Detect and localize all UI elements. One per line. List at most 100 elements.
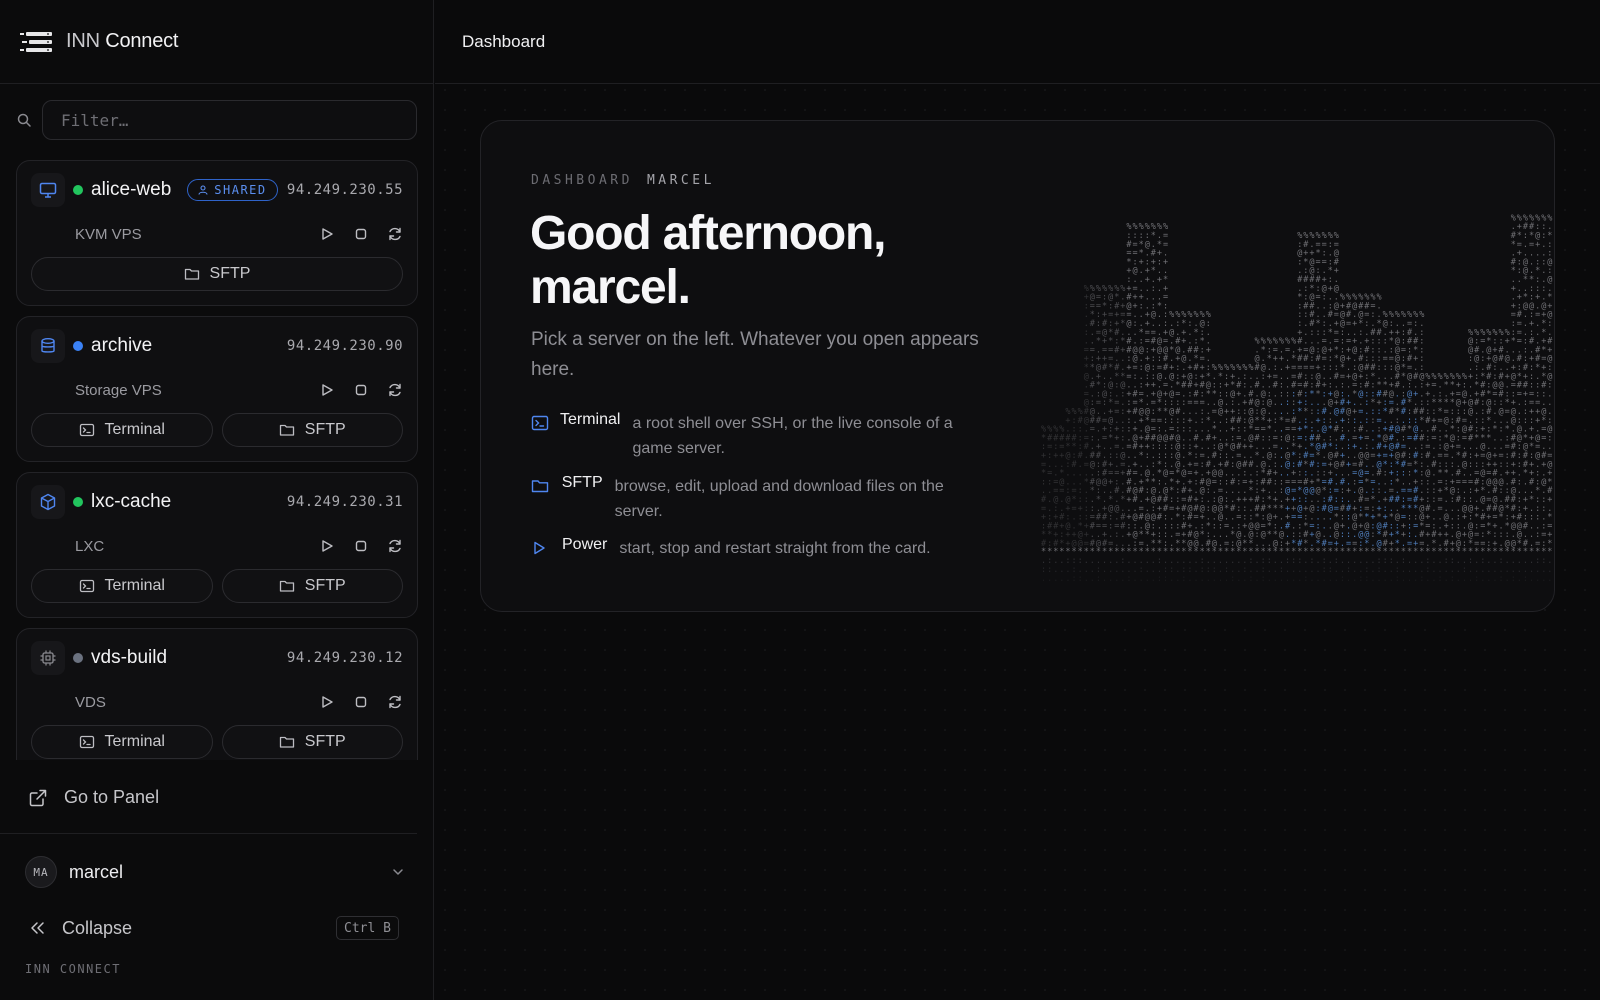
svg-text::: : [1291, 530, 1296, 540]
svg-text:@: @ [1218, 469, 1223, 479]
svg-text:*: * [1328, 328, 1333, 338]
svg-text:+: + [1340, 521, 1345, 531]
svg-text::: : [1425, 433, 1430, 443]
svg-text:*: * [1206, 416, 1211, 426]
svg-text:.: . [1492, 574, 1497, 584]
svg-text:.: . [1041, 486, 1046, 496]
svg-text:%: % [1194, 310, 1199, 320]
svg-text:#: # [1358, 354, 1364, 364]
server-card-archive[interactable]: archive 94.249.230.90 Storage VPS Termin… [16, 316, 418, 462]
server-card-lxc-cache[interactable]: lxc-cache 94.249.230.31 LXC Terminal SFT… [16, 472, 418, 618]
svg-text:=: = [1425, 521, 1430, 531]
svg-text:*: * [1450, 425, 1455, 435]
svg-text::: : [1364, 372, 1369, 382]
restart-button[interactable] [387, 694, 403, 710]
svg-text:=: = [1096, 398, 1101, 408]
stop-button[interactable] [353, 538, 369, 554]
filter-input[interactable] [42, 100, 417, 140]
svg-text::: : [1419, 469, 1424, 479]
restart-button[interactable] [387, 538, 403, 554]
go-to-panel-link[interactable]: Go to Panel [0, 762, 417, 834]
svg-text:=: = [1444, 407, 1449, 417]
svg-text:%: % [1401, 310, 1406, 320]
stop-button[interactable] [353, 694, 369, 710]
svg-text:.: . [1090, 495, 1095, 505]
svg-text:*: * [1444, 381, 1449, 391]
svg-text:%: % [1480, 328, 1485, 338]
svg-text:=: = [1535, 398, 1540, 408]
restart-button[interactable] [387, 226, 403, 242]
svg-text::: : [1450, 574, 1455, 584]
svg-text:#: # [1309, 433, 1315, 443]
restart-button[interactable] [387, 382, 403, 398]
svg-text::: : [1175, 319, 1180, 329]
svg-text::: : [1419, 354, 1424, 364]
terminal-button[interactable]: Terminal [31, 725, 213, 759]
server-card-alice-web[interactable]: alice-web SHARED 94.249.230.55 KVM VPS S… [16, 160, 418, 306]
terminal-button[interactable]: Terminal [31, 569, 213, 603]
svg-text:@: @ [1218, 495, 1223, 505]
svg-text:=: = [1285, 416, 1290, 426]
svg-text:.: . [1346, 477, 1351, 487]
svg-text:%: % [1389, 310, 1394, 320]
svg-text:.: . [1212, 372, 1217, 382]
start-button[interactable] [319, 538, 335, 554]
svg-text:.: . [1230, 486, 1235, 496]
svg-text:+: + [1529, 469, 1534, 479]
start-button[interactable] [319, 226, 335, 242]
svg-text:.: . [1419, 486, 1424, 496]
svg-text:.: . [1078, 460, 1083, 470]
svg-text:+: + [1145, 495, 1150, 505]
svg-text:%: % [1309, 231, 1314, 241]
svg-text::: : [1547, 249, 1552, 259]
svg-text:=: = [1407, 486, 1412, 496]
svg-text::: : [1181, 416, 1186, 426]
svg-text::: : [1364, 442, 1369, 452]
stop-button[interactable] [353, 226, 369, 242]
svg-text:+: + [1529, 425, 1534, 435]
svg-text:.: . [1377, 477, 1382, 487]
svg-text:.: . [1511, 530, 1516, 540]
terminal-button[interactable]: Terminal [31, 413, 213, 447]
svg-text:+: + [1230, 425, 1235, 435]
user-menu[interactable]: MA marcel [0, 834, 433, 910]
svg-text:.: . [1120, 293, 1125, 303]
start-button[interactable] [319, 382, 335, 398]
collapse-button[interactable]: Collapse Ctrl B [0, 910, 433, 946]
svg-text:#: # [1431, 460, 1437, 470]
sftp-button[interactable]: SFTP [221, 725, 403, 759]
svg-text:+: + [1303, 249, 1308, 259]
svg-text:@: @ [1248, 416, 1253, 426]
svg-text:+: + [1541, 310, 1546, 320]
server-card-vds-build[interactable]: vds-build 94.249.230.12 VDS Terminal SFT… [16, 628, 418, 760]
svg-text:+: + [1145, 381, 1150, 391]
svg-text:+: + [1297, 398, 1302, 408]
svg-text:*: * [1279, 416, 1284, 426]
svg-text:@: @ [1547, 310, 1552, 320]
svg-text::: : [1224, 451, 1229, 461]
svg-text:%: % [1474, 328, 1479, 338]
avatar: MA [25, 856, 57, 888]
svg-text:.: . [1053, 460, 1058, 470]
svg-text:%: % [1139, 222, 1144, 232]
svg-text:#: # [1529, 222, 1535, 232]
svg-text::: : [1346, 513, 1351, 523]
sftp-button[interactable]: SFTP [221, 569, 403, 603]
svg-text:%: % [1279, 337, 1284, 347]
stop-button[interactable] [353, 382, 369, 398]
sftp-button[interactable]: SFTP [221, 413, 403, 447]
svg-text:#: # [1236, 442, 1242, 452]
start-button[interactable] [319, 694, 335, 710]
svg-text:#: # [1175, 337, 1181, 347]
svg-text::: : [1456, 513, 1461, 523]
svg-text:+: + [1401, 530, 1406, 540]
svg-text:.: . [1133, 310, 1138, 320]
sftp-button[interactable]: SFTP [31, 257, 403, 291]
svg-text:=: = [1175, 389, 1180, 399]
svg-text:.: . [1328, 293, 1333, 303]
svg-text::: : [1407, 469, 1412, 479]
svg-text::: : [1517, 504, 1522, 514]
svg-text::: : [1322, 293, 1327, 303]
svg-text:.: . [1065, 574, 1070, 584]
svg-text::: : [1145, 257, 1150, 267]
